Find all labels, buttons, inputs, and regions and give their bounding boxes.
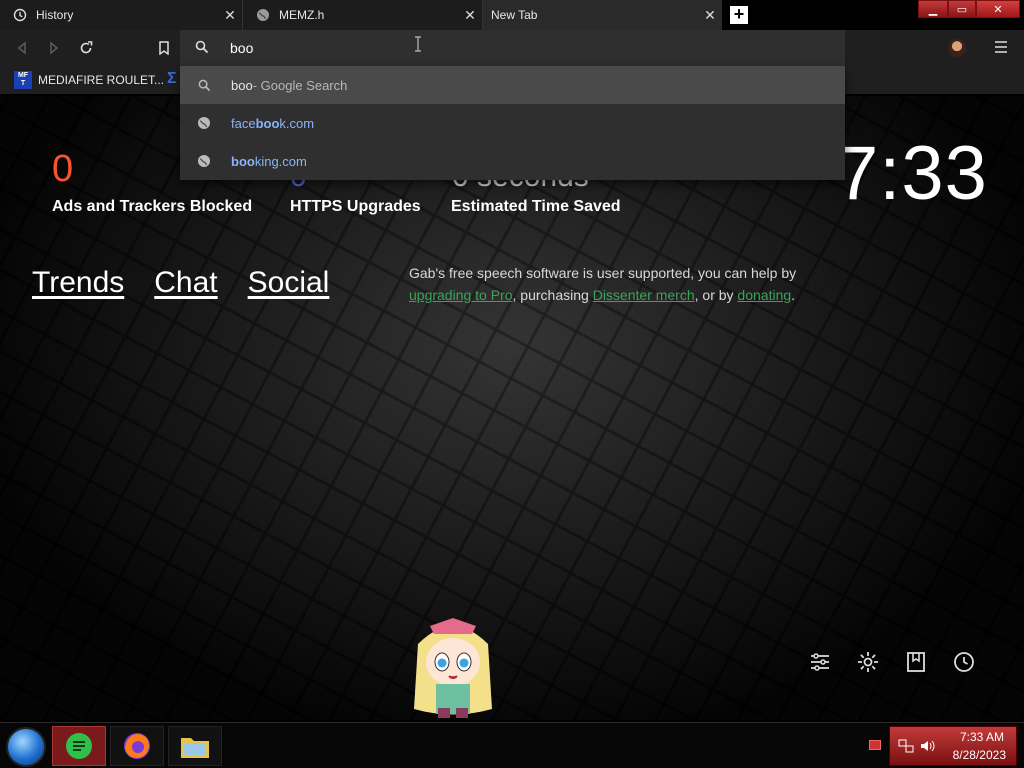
start-button[interactable] (6, 727, 46, 767)
time-saved-label: Estimated Time Saved (451, 198, 621, 215)
link-donating[interactable]: donating (737, 287, 791, 303)
tab-label: History (36, 8, 74, 22)
suggestion-search[interactable]: boo - Google Search (180, 66, 845, 104)
taskbar-chat-app[interactable] (52, 726, 106, 766)
bookmarks-icon[interactable] (904, 650, 928, 674)
tab-new-tab[interactable]: New Tab ✕ (482, 0, 722, 30)
address-input[interactable] (230, 38, 790, 58)
system-tray: 7:33 AM 8/28/2023 (889, 726, 1017, 766)
tab-label: MEMZ.h (279, 8, 325, 22)
suggestion-facebook[interactable]: face boo k.com (180, 104, 845, 142)
globe-icon (196, 115, 212, 131)
search-icon (195, 40, 209, 59)
reload-button[interactable] (76, 38, 96, 58)
https-upgrades-label: HTTPS Upgrades (290, 198, 421, 215)
close-icon[interactable]: ✕ (702, 7, 718, 23)
ads-blocked-count: 0 (52, 148, 74, 190)
back-icon (17, 42, 26, 54)
globe-icon (255, 7, 271, 23)
new-tab-button[interactable]: + (730, 5, 748, 24)
taskbar-firefox[interactable] (110, 726, 164, 766)
tab-strip: History ✕ MEMZ.h ✕ New Tab ✕ + ▁ ▭ ✕ (0, 0, 1024, 30)
hamburger-icon (995, 41, 1007, 53)
reload-icon (80, 41, 93, 54)
address-bar[interactable] (180, 30, 845, 66)
tray-time: 7:33 AM (959, 730, 1004, 744)
mediafire-icon: MF T (14, 71, 32, 89)
globe-icon (196, 153, 212, 169)
profile-avatar[interactable] (948, 39, 966, 57)
clock: 7:33 (836, 131, 988, 216)
firefox-icon (124, 733, 150, 759)
window-controls: ▁ ▭ ✕ (918, 0, 1020, 18)
ads-blocked-label: Ads and Trackers Blocked (52, 198, 253, 215)
bookmark-button[interactable] (154, 38, 174, 58)
forward-icon (50, 42, 59, 54)
network-icon[interactable] (898, 739, 914, 753)
back-button[interactable] (12, 38, 32, 58)
omnibox-suggestions: boo - Google Search face boo k.com boo king… (180, 66, 845, 180)
tray-flag-icon[interactable] (869, 740, 881, 750)
tab-memz[interactable]: MEMZ.h ✕ (242, 0, 482, 30)
history-icon (12, 7, 28, 23)
cartoon-mascot-icon (414, 618, 492, 718)
close-window-button[interactable]: ✕ (976, 0, 1020, 18)
sigma-icon[interactable]: Σ (167, 70, 177, 88)
search-icon (196, 77, 212, 93)
customize-icon[interactable] (808, 650, 832, 674)
tab-history[interactable]: History ✕ (0, 0, 242, 30)
tray-date: 8/28/2023 (952, 748, 1006, 762)
minimize-button[interactable]: ▁ (918, 0, 948, 18)
taskbar-file-explorer[interactable] (168, 726, 222, 766)
volume-icon[interactable] (920, 739, 936, 753)
gab-nav-links: Trends Chat Social (32, 266, 329, 300)
gab-support-text: Gab's free speech software is user suppo… (409, 265, 797, 303)
tab-label: New Tab (491, 8, 538, 22)
link-chat[interactable]: Chat (154, 266, 217, 300)
folder-icon (181, 738, 209, 758)
link-social[interactable]: Social (248, 266, 330, 300)
menu-button[interactable] (994, 40, 1008, 54)
link-trends[interactable]: Trends (32, 266, 124, 300)
suggestion-booking[interactable]: boo king.com (180, 142, 845, 180)
bookmark-mediafire[interactable]: MF T MEDIAFIRE ROULET... (14, 71, 164, 89)
maximize-button[interactable]: ▭ (948, 0, 976, 18)
history-icon[interactable] (952, 650, 976, 674)
link-upgrade-pro[interactable]: upgrading to Pro (409, 287, 513, 303)
close-icon[interactable]: ✕ (462, 7, 478, 23)
bookmark-icon (159, 41, 169, 55)
text-cursor-icon (415, 36, 421, 52)
chat-app-icon (66, 733, 92, 759)
forward-button[interactable] (44, 38, 64, 58)
close-icon[interactable]: ✕ (222, 7, 238, 23)
gear-icon[interactable] (856, 650, 880, 674)
link-dissenter-merch[interactable]: Dissenter merch (593, 287, 695, 303)
